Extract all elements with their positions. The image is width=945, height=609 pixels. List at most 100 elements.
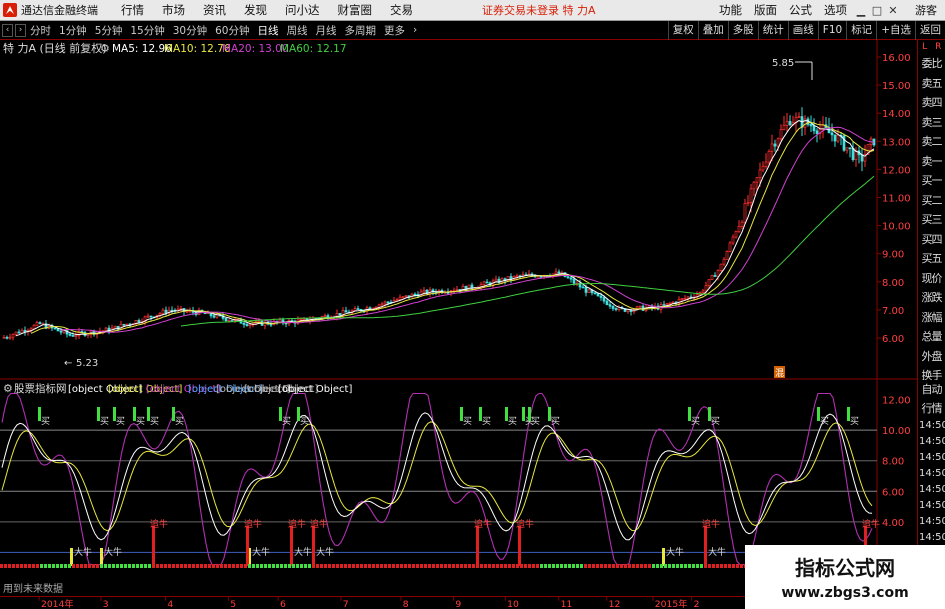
side-auto[interactable]: 自动 bbox=[918, 380, 945, 399]
chart-toolbar: ‹ › 分时 1分钟 5分钟 15分钟 30分钟 60分钟 日线 周线 月线 多… bbox=[0, 20, 945, 40]
chase-bull-label: 追牛 bbox=[702, 518, 720, 530]
menu-wealth[interactable]: 财富圈 bbox=[329, 2, 382, 18]
close-icon[interactable]: ✕ bbox=[885, 4, 901, 17]
side-quotes[interactable]: 行情 bbox=[918, 399, 945, 418]
indicator-level-label: 6.00 bbox=[882, 487, 904, 498]
side-item[interactable]: 总量 bbox=[918, 327, 945, 347]
buy-signal-label: 买 bbox=[463, 416, 472, 427]
side-left-tag[interactable]: L bbox=[918, 40, 932, 54]
indicator-readout: [object Object] bbox=[278, 384, 352, 395]
menu-options[interactable]: 选项 bbox=[818, 2, 853, 18]
tf-1min[interactable]: 1分钟 bbox=[55, 23, 91, 38]
btn-f10[interactable]: F10 bbox=[817, 20, 846, 40]
indicator-level-label: 10.00 bbox=[882, 426, 911, 437]
tf-daily[interactable]: 日线 bbox=[254, 23, 283, 38]
side-item[interactable]: 卖二 bbox=[918, 132, 945, 152]
back-arrow-icon[interactable]: ‹ bbox=[2, 23, 13, 37]
tf-weekly[interactable]: 周线 bbox=[283, 23, 312, 38]
tf-15min[interactable]: 15分钟 bbox=[126, 23, 168, 38]
tf-multi[interactable]: 多周期 bbox=[341, 23, 381, 38]
big-bull-label: 大牛 bbox=[104, 546, 122, 558]
side-time: 14:50 bbox=[919, 516, 945, 527]
tf-monthly[interactable]: 月线 bbox=[312, 23, 341, 38]
tf-5min[interactable]: 5分钟 bbox=[91, 23, 127, 38]
minimize-icon[interactable]: ▁ bbox=[853, 4, 869, 17]
side-item[interactable]: 买三 bbox=[918, 210, 945, 230]
btn-multi-stock[interactable]: 多股 bbox=[727, 20, 758, 40]
side-item[interactable]: 涨跌 bbox=[918, 288, 945, 308]
time-label: 2015年 bbox=[655, 598, 688, 609]
side-item[interactable]: 卖四 bbox=[918, 93, 945, 113]
side-time: 14:50 bbox=[919, 436, 945, 447]
side-item[interactable]: 外盘 bbox=[918, 347, 945, 367]
side-item[interactable]: 买一 bbox=[918, 171, 945, 191]
price-label: 6.00 bbox=[882, 334, 904, 345]
price-label: 12.00 bbox=[882, 165, 911, 176]
tf-30min[interactable]: 30分钟 bbox=[169, 23, 211, 38]
btn-add-watch[interactable]: +自选 bbox=[876, 20, 915, 40]
forward-arrow-icon[interactable]: › bbox=[15, 23, 26, 37]
side-item[interactable]: 涨幅 bbox=[918, 308, 945, 328]
menu-discover[interactable]: 发现 bbox=[235, 2, 276, 18]
side-item[interactable]: 卖三 bbox=[918, 113, 945, 133]
time-label: 10 bbox=[507, 599, 519, 609]
guest-login[interactable]: 游客 bbox=[915, 2, 937, 18]
menu-layout[interactable]: 版面 bbox=[748, 2, 783, 18]
side-item[interactable]: 买五 bbox=[918, 249, 945, 269]
candlestick-chart[interactable]: 特 力A (日线 前复权) ⚙ MA5: 12.96 MA10: 12.76 M… bbox=[0, 40, 945, 380]
chase-bull-label: 追牛 bbox=[516, 518, 534, 530]
btn-overlay[interactable]: 叠加 bbox=[697, 20, 728, 40]
tf-more[interactable]: 更多 bbox=[380, 23, 409, 38]
side-item[interactable]: 委比 bbox=[918, 54, 945, 74]
buy-signal-label: 买 bbox=[850, 416, 859, 427]
tf-intraday[interactable]: 分时 bbox=[26, 23, 55, 38]
menu-news[interactable]: 资讯 bbox=[194, 2, 235, 18]
side-time: 14:50 bbox=[919, 500, 945, 511]
side-time: 14:50 bbox=[919, 452, 945, 463]
price-label: 16.00 bbox=[882, 53, 911, 64]
chase-bull-label: 追牛 bbox=[150, 518, 168, 530]
btn-stats[interactable]: 统计 bbox=[757, 20, 788, 40]
app-name: 通达信金融终端 bbox=[21, 4, 98, 17]
chase-bull-label: 追牛 bbox=[310, 518, 328, 530]
buy-signal-label: 买 bbox=[691, 416, 700, 427]
more-arrow-icon[interactable]: › bbox=[409, 24, 421, 36]
ma10-readout: MA10: 12.76 bbox=[164, 43, 231, 55]
side-time: 14:50 bbox=[919, 532, 945, 543]
ma-gear-icon[interactable]: ⚙ bbox=[100, 42, 110, 55]
quote-side-panel: L R 委比卖五卖四卖三卖二卖一买一买二买三买四买五现价涨跌涨幅总量外盘换手净资… bbox=[917, 40, 945, 421]
btn-draw[interactable]: 画线 bbox=[787, 20, 818, 40]
big-bull-label: 大牛 bbox=[708, 546, 726, 558]
btn-adjust[interactable]: 复权 bbox=[667, 20, 698, 40]
menu-trade[interactable]: 交易 bbox=[381, 2, 422, 18]
menu-function[interactable]: 功能 bbox=[713, 2, 748, 18]
watermark-title: 指标公式网 bbox=[795, 556, 895, 580]
side-item[interactable]: 卖一 bbox=[918, 152, 945, 172]
ma60-readout: MA60: 12.17 bbox=[280, 43, 347, 55]
menu-market[interactable]: 市场 bbox=[153, 2, 194, 18]
menu-formula[interactable]: 公式 bbox=[783, 2, 818, 18]
buy-signal-label: 买 bbox=[175, 416, 184, 427]
footer-note: 用到未来数据 bbox=[3, 582, 63, 595]
time-label: 4 bbox=[167, 599, 173, 609]
side-item[interactable]: 现价 bbox=[918, 269, 945, 289]
low-marker: 5.23 bbox=[76, 358, 98, 369]
menu-quotes[interactable]: 行情 bbox=[112, 2, 153, 18]
maximize-icon[interactable]: □ bbox=[869, 4, 885, 17]
time-label: 5 bbox=[230, 599, 236, 609]
btn-mark[interactable]: 标记 bbox=[846, 20, 876, 40]
side-item[interactable]: 买二 bbox=[918, 191, 945, 211]
buy-signal-label: 买 bbox=[100, 416, 109, 427]
side-right-tag[interactable]: R bbox=[932, 40, 945, 54]
time-label: 8 bbox=[403, 599, 409, 609]
menu-ask[interactable]: 问小达 bbox=[276, 2, 329, 18]
indicator-gear-icon[interactable]: ⚙ bbox=[3, 382, 13, 395]
app-logo-icon bbox=[3, 3, 17, 17]
btn-back[interactable]: 返回 bbox=[915, 20, 945, 40]
buy-signal-label: 买 bbox=[300, 416, 309, 427]
tf-60min[interactable]: 60分钟 bbox=[211, 23, 253, 38]
ma20-readout: MA20: 13.00 bbox=[222, 43, 289, 55]
side-item[interactable]: 买四 bbox=[918, 230, 945, 250]
price-label: 9.00 bbox=[882, 250, 904, 261]
side-item[interactable]: 卖五 bbox=[918, 74, 945, 94]
